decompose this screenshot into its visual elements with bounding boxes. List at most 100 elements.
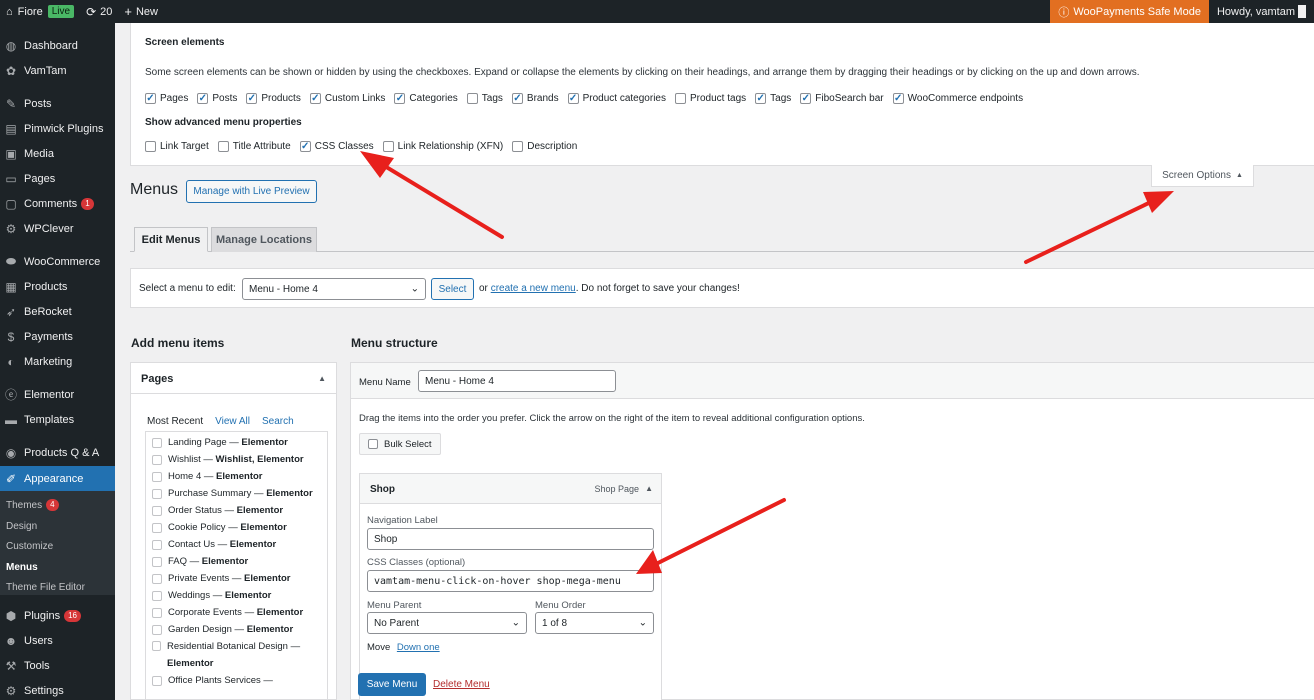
page-list-item[interactable]: Wishlist — Wishlist, Elementor — [152, 454, 304, 465]
option-tags[interactable]: ✓ Tags — [755, 93, 791, 104]
pages-box-title[interactable]: Pages — [141, 373, 173, 385]
menu-select[interactable]: Menu - Home 4 ⌄ — [242, 278, 426, 300]
live-preview-button[interactable]: Manage with Live Preview — [186, 180, 317, 203]
checkbox[interactable]: ✓ — [394, 93, 406, 104]
checkbox[interactable]: ✓ — [246, 93, 258, 104]
navigation-label-input[interactable]: Shop — [367, 528, 654, 550]
checkbox[interactable]: ✓ — [145, 93, 156, 104]
checkbox[interactable]: ✓ — [892, 93, 904, 104]
option-posts[interactable]: ✓ Posts — [197, 93, 237, 104]
page-checkbox[interactable] — [152, 591, 162, 601]
sidebar-item-elementor[interactable]: ⓔ Elementor — [0, 382, 115, 407]
option-products[interactable]: ✓ Products — [246, 93, 301, 104]
save-menu-button[interactable]: Save Menu — [358, 673, 426, 696]
checkbox[interactable]: ✓ — [309, 93, 321, 104]
sidebar-item-users[interactable]: ☻ Users — [0, 628, 115, 653]
submenu-item-themes[interactable]: Themes 4 — [6, 497, 59, 513]
option-product-tags[interactable]: Product tags — [674, 93, 746, 104]
sidebar-item-products-q-a[interactable]: ◉ Products Q & A — [0, 440, 115, 465]
sidebar-item-dashboard[interactable]: ◍ Dashboard — [0, 33, 115, 58]
screen-options-toggle[interactable]: Screen Options ▲ — [1151, 165, 1254, 187]
delete-menu-link[interactable]: Delete Menu — [433, 679, 490, 690]
sidebar-item-templates[interactable]: ▬ Templates — [0, 407, 115, 432]
sidebar-item-plugins[interactable]: ⬢ Plugins 16 — [0, 603, 115, 628]
menu-order-select[interactable]: 1 of 8 ⌄ — [535, 612, 654, 634]
checkbox[interactable] — [674, 93, 686, 104]
page-list-item[interactable]: Contact Us — Elementor — [152, 539, 276, 550]
page-checkbox[interactable] — [152, 608, 162, 618]
option-title-attribute[interactable]: Title Attribute — [217, 141, 291, 152]
move-down-one-link[interactable]: Down one — [397, 642, 440, 653]
sidebar-item-settings[interactable]: ⚙ Settings — [0, 678, 115, 700]
new-content-link[interactable]: + New — [118, 0, 164, 23]
sidebar-item-wpclever[interactable]: ⚙ WPClever — [0, 216, 115, 241]
page-list-item[interactable]: Purchase Summary — Elementor — [152, 488, 313, 499]
sidebar-item-berocket[interactable]: ➶ BeRocket — [0, 299, 115, 324]
option-brands[interactable]: ✓ Brands — [511, 93, 559, 104]
page-checkbox[interactable] — [152, 472, 162, 482]
checkbox[interactable]: ✓ — [800, 93, 812, 104]
option-woocommerce-endpoints[interactable]: ✓ WooCommerce endpoints — [892, 93, 1023, 104]
page-list-item[interactable]: FAQ — Elementor — [152, 556, 248, 567]
option-categories[interactable]: ✓ Categories — [394, 93, 458, 104]
menu-parent-select[interactable]: No Parent ⌄ — [367, 612, 527, 634]
checkbox[interactable] — [466, 93, 478, 104]
page-list-item[interactable]: Home 4 — Elementor — [152, 471, 263, 482]
tab-manage-locations[interactable]: Manage Locations — [211, 227, 317, 252]
submenu-item-customize[interactable]: Customize — [6, 538, 53, 554]
sidebar-item-pages[interactable]: ▭ Pages — [0, 166, 115, 191]
option-css-classes[interactable]: ✓ CSS Classes — [299, 141, 374, 152]
submenu-item-menus[interactable]: Menus — [6, 559, 38, 575]
submenu-item-design[interactable]: Design — [6, 518, 37, 534]
checkbox[interactable]: ✓ — [511, 93, 523, 104]
sidebar-item-products[interactable]: ▦ Products — [0, 274, 115, 299]
checkbox[interactable]: ✓ — [197, 93, 209, 104]
checkbox[interactable] — [217, 141, 229, 152]
sidebar-item-tools[interactable]: ⚒ Tools — [0, 653, 115, 678]
page-checkbox[interactable] — [152, 438, 162, 448]
collapse-arrow-icon[interactable]: ▲ — [318, 374, 326, 383]
create-new-menu-link[interactable]: create a new menu — [491, 283, 576, 294]
option-tags[interactable]: Tags — [466, 93, 503, 104]
option-custom-links[interactable]: ✓ Custom Links — [309, 93, 385, 104]
option-product-categories[interactable]: ✓ Product categories — [567, 93, 666, 104]
tab-search[interactable]: Search — [262, 416, 294, 427]
page-list-item[interactable]: Cookie Policy — Elementor — [152, 522, 287, 533]
submenu-item-theme-file-editor[interactable]: Theme File Editor — [6, 579, 85, 595]
option-fibosearch-bar[interactable]: ✓ FiboSearch bar — [800, 93, 884, 104]
checkbox[interactable] — [512, 141, 524, 152]
option-description[interactable]: Description — [512, 141, 577, 152]
menu-item-handle[interactable]: Shop Shop Page ▲ — [360, 474, 661, 504]
page-list-item[interactable]: Office Plants Services — — [152, 675, 273, 686]
sidebar-item-media[interactable]: ▣ Media — [0, 141, 115, 166]
option-link-relationship-xfn-[interactable]: Link Relationship (XFN) — [382, 141, 503, 152]
page-checkbox[interactable] — [152, 574, 162, 584]
tab-most-recent[interactable]: Most Recent — [147, 416, 203, 427]
sidebar-item-marketing[interactable]: ◐ Marketing — [0, 349, 115, 374]
site-home-link[interactable]: ⌂ Fiore Live — [0, 0, 80, 23]
checkbox[interactable]: ✓ — [299, 141, 311, 152]
page-checkbox[interactable] — [152, 455, 162, 465]
checkbox[interactable]: ✓ — [567, 93, 579, 104]
page-checkbox[interactable] — [152, 506, 162, 516]
option-pages[interactable]: ✓ Pages — [145, 93, 188, 104]
page-list-item[interactable]: Private Events — Elementor — [152, 573, 291, 584]
sidebar-item-payments[interactable]: $ Payments — [0, 324, 115, 349]
page-checkbox[interactable] — [152, 489, 162, 499]
tab-view-all[interactable]: View All — [215, 416, 250, 427]
tab-edit-menus[interactable]: Edit Menus — [134, 227, 208, 252]
page-list-item[interactable]: Garden Design — Elementor — [152, 624, 293, 635]
page-list-item[interactable]: Residential Botanical Design — Elementor — [152, 638, 327, 672]
sidebar-item-woocommerce[interactable]: ⬬ WooCommerce — [0, 249, 115, 274]
page-checkbox[interactable] — [152, 540, 162, 550]
checkbox[interactable]: ✓ — [755, 93, 767, 104]
sidebar-item-vamtam[interactable]: ✿ VamTam — [0, 58, 115, 83]
select-button[interactable]: Select — [431, 278, 474, 300]
sidebar-item-comments[interactable]: ▢ Comments 1 — [0, 191, 115, 216]
page-list-item[interactable]: Order Status — Elementor — [152, 505, 283, 516]
checkbox[interactable] — [382, 141, 394, 152]
css-classes-input[interactable]: vamtam-menu-click-on-hover shop-mega-men… — [367, 570, 654, 592]
page-checkbox[interactable] — [152, 676, 162, 686]
sidebar-item-posts[interactable]: ✎ Posts — [0, 91, 115, 116]
sidebar-item-appearance[interactable]: ✐ Appearance — [0, 466, 115, 491]
